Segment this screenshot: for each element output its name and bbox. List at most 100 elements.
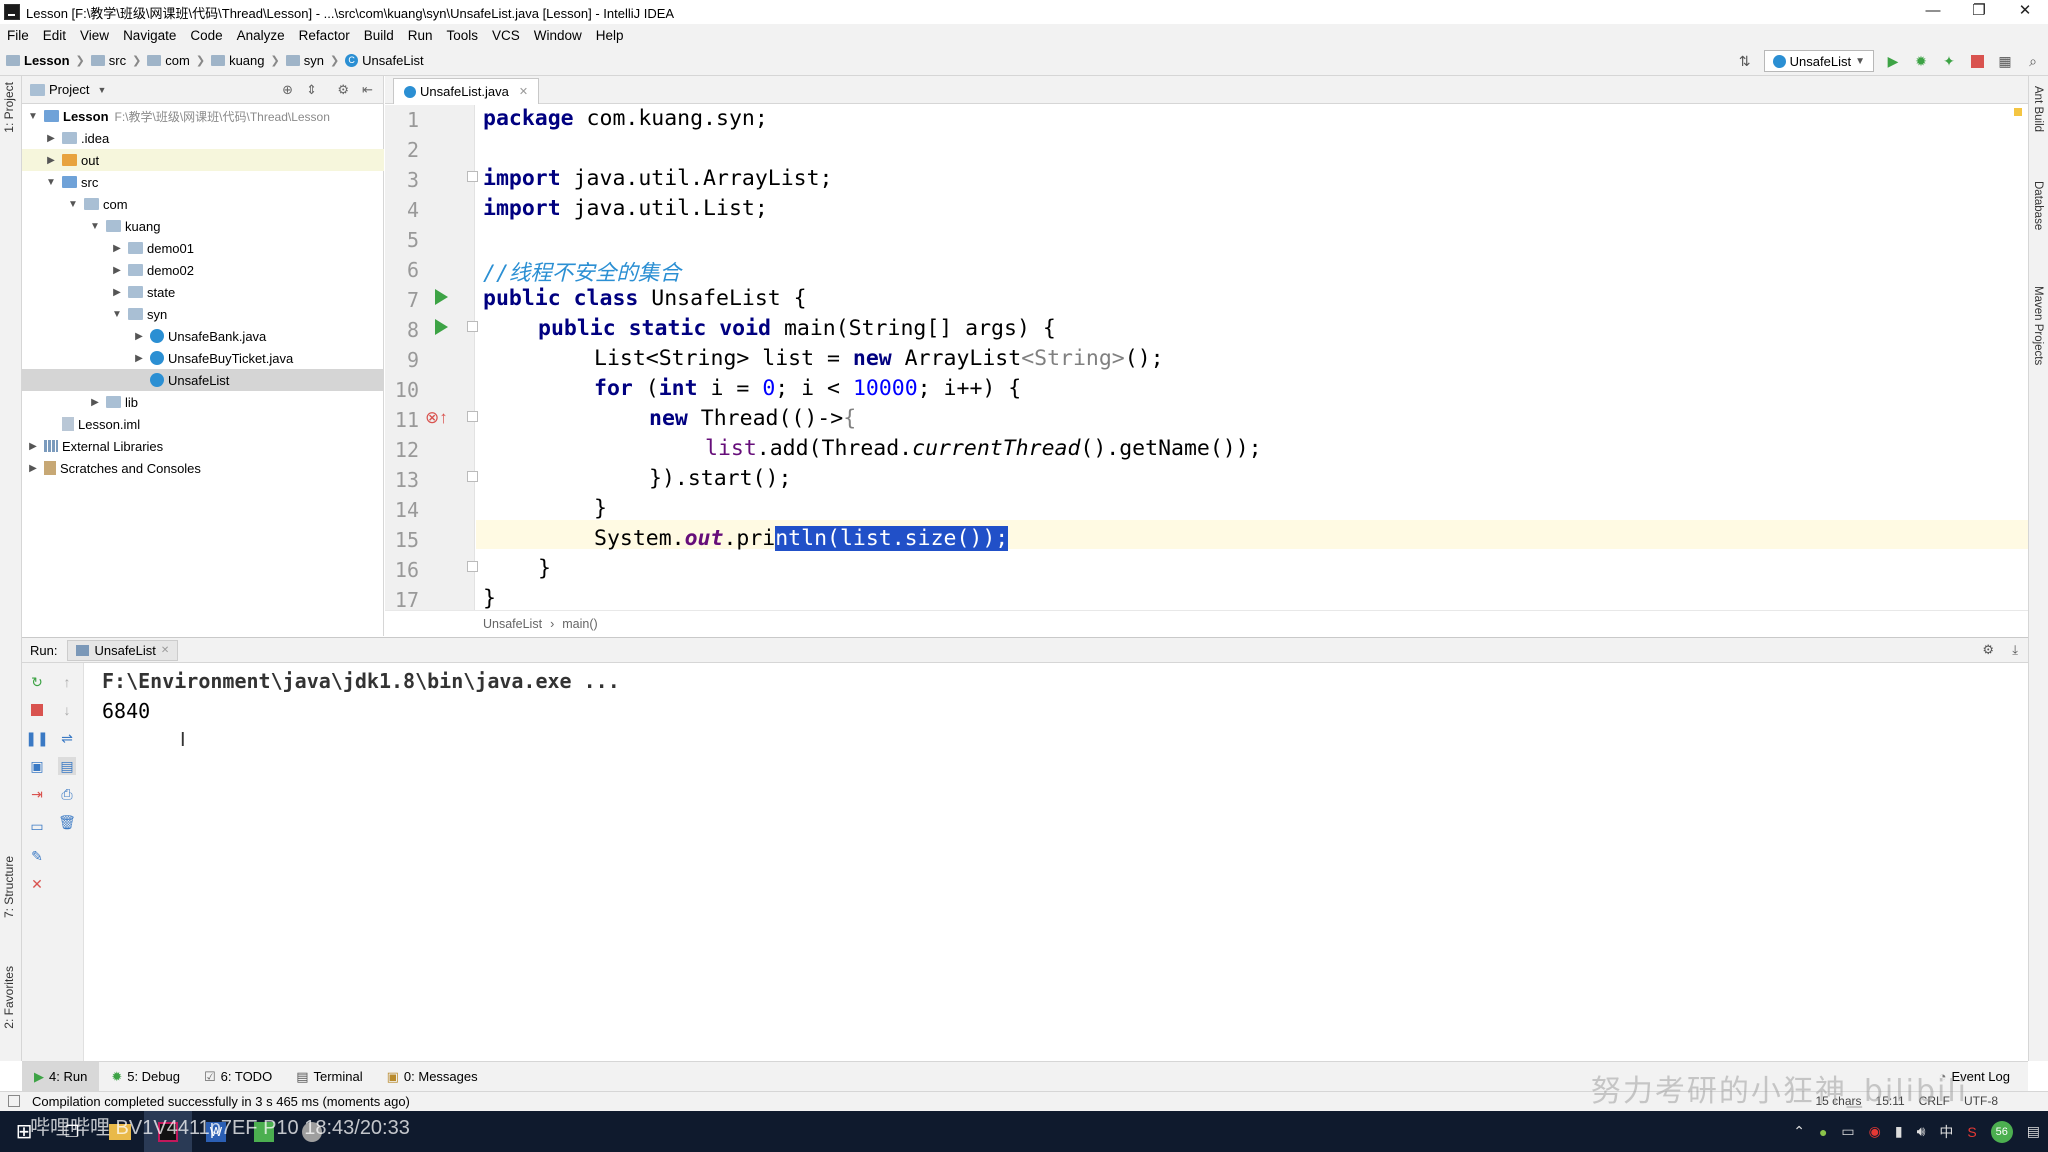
breadcrumb-unsafelist[interactable]: C UnsafeList: [345, 53, 424, 68]
structure-tool-tab[interactable]: 7: Structure: [2, 856, 16, 918]
debug-icon[interactable]: ✹: [1912, 52, 1930, 70]
menu-navigate[interactable]: Navigate: [116, 28, 183, 43]
tree-item-out[interactable]: ▶ out: [22, 149, 384, 171]
status-toggle-icon[interactable]: [8, 1095, 20, 1107]
tree-item-unsafebuyticket[interactable]: ▶ UnsafeBuyTicket.java: [22, 347, 384, 369]
project-view-select[interactable]: Project: [49, 82, 89, 97]
breadcrumb-kuang[interactable]: kuang ❯: [211, 53, 280, 68]
run-tab-unsafelist[interactable]: UnsafeList ✕: [67, 639, 179, 661]
menu-window[interactable]: Window: [527, 28, 589, 43]
down-arrow-icon[interactable]: ↓: [58, 701, 76, 719]
menu-analyze[interactable]: Analyze: [230, 28, 292, 43]
close-tab-icon[interactable]: ✕: [161, 645, 169, 656]
breadcrumb-com[interactable]: com ❯: [147, 53, 205, 68]
tree-item-syn[interactable]: ▼ syn: [22, 303, 384, 325]
crumb-class[interactable]: UnsafeList: [483, 617, 542, 631]
tree-item-lesson[interactable]: ▼ Lesson F:\教学\班级\网课班\代码\Thread\Lesson: [22, 105, 384, 127]
menu-file[interactable]: File: [0, 28, 36, 43]
status-message[interactable]: Compilation completed successfully in 3 …: [32, 1094, 410, 1109]
fold-icon[interactable]: [467, 171, 478, 182]
chevron-up-icon[interactable]: ⌃: [1793, 1123, 1805, 1140]
fold-icon[interactable]: [467, 471, 478, 482]
rerun-icon[interactable]: ↻: [28, 673, 46, 691]
breadcrumb-lesson[interactable]: Lesson ❯: [6, 53, 85, 68]
menu-code[interactable]: Code: [183, 28, 229, 43]
tab-debug[interactable]: ✹ 5: Debug: [99, 1062, 192, 1092]
dump-threads-icon[interactable]: ▣: [28, 757, 46, 775]
exit-icon[interactable]: ⇥: [28, 785, 46, 803]
record-icon[interactable]: ◉: [1869, 1123, 1881, 1140]
fold-icon[interactable]: [467, 411, 478, 422]
up-arrow-icon[interactable]: ↑: [58, 673, 76, 691]
tab-todo[interactable]: ☑ 6: TODO: [192, 1062, 284, 1092]
layout-icon[interactable]: ▭: [28, 817, 46, 835]
tree-item-demo01[interactable]: ▶ demo01: [22, 237, 384, 259]
file-encoding[interactable]: UTF-8: [1964, 1094, 1998, 1108]
code-editor[interactable]: 1 2 3 4 5 6 7 8 9 10 11 12 13 14 15 16 1…: [385, 105, 2028, 610]
gear-icon[interactable]: ⚙: [337, 82, 349, 98]
favorites-tool-tab[interactable]: 2: Favorites: [2, 966, 16, 1029]
inspection-status-marker[interactable]: [2014, 108, 2022, 116]
battery-icon[interactable]: ▮: [1895, 1123, 1903, 1140]
network-icon[interactable]: ▭: [1841, 1123, 1854, 1140]
close-button[interactable]: ✕: [2002, 0, 2048, 24]
gear-icon[interactable]: ⚙: [1982, 642, 1994, 658]
tree-item-demo02[interactable]: ▶ demo02: [22, 259, 384, 281]
maven-projects-tab[interactable]: Maven Projects: [2032, 286, 2044, 365]
soft-wrap-icon[interactable]: ⇌: [58, 729, 76, 747]
menu-view[interactable]: View: [73, 28, 116, 43]
hide-panel-icon[interactable]: ⤓: [2012, 642, 2018, 658]
close-icon[interactable]: ✕: [28, 875, 46, 893]
run-main-icon[interactable]: [435, 319, 448, 335]
ant-build-tab[interactable]: Ant Build: [2032, 86, 2044, 132]
pin-icon[interactable]: ✎: [28, 847, 46, 865]
coverage-icon[interactable]: ✦: [1940, 52, 1958, 70]
tree-item-idea[interactable]: ▶ .idea: [22, 127, 384, 149]
tray-app-icon[interactable]: ●: [1819, 1124, 1827, 1140]
tab-run[interactable]: ▶ 4: Run: [22, 1061, 100, 1092]
tree-item-lib[interactable]: ▶ lib: [22, 391, 384, 413]
ime-indicator[interactable]: 中: [1939, 1122, 1953, 1142]
tree-item-com[interactable]: ▼ com: [22, 193, 384, 215]
fold-icon[interactable]: [467, 561, 478, 572]
stop-icon[interactable]: [1968, 52, 1986, 70]
menu-help[interactable]: Help: [589, 28, 631, 43]
run-icon[interactable]: ▶: [1884, 52, 1902, 70]
collapse-icon[interactable]: ⇕: [306, 82, 317, 98]
fold-icon[interactable]: [467, 321, 478, 332]
volume-icon[interactable]: 🔊︎: [1917, 1123, 1926, 1140]
menu-refactor[interactable]: Refactor: [292, 28, 357, 43]
breadcrumb-src[interactable]: src ❯: [90, 53, 141, 68]
menu-run[interactable]: Run: [401, 28, 440, 43]
tab-terminal[interactable]: ▤ Terminal: [284, 1062, 374, 1092]
clear-all-icon[interactable]: 🗑: [58, 813, 76, 831]
menu-vcs[interactable]: VCS: [485, 28, 527, 43]
project-structure-icon[interactable]: ▦: [1996, 52, 2014, 70]
breadcrumb-syn[interactable]: syn ❯: [285, 53, 339, 68]
print-icon[interactable]: ⎙: [58, 785, 76, 803]
search-icon[interactable]: ⌕: [2024, 52, 2042, 70]
scroll-to-end-icon[interactable]: ▤: [58, 757, 76, 775]
tree-item-unsafebank[interactable]: ▶ UnsafeBank.java: [22, 325, 384, 347]
pause-icon[interactable]: ❚❚: [25, 729, 48, 747]
database-tab[interactable]: Database: [2032, 181, 2044, 230]
tree-item-external-libraries[interactable]: ▶ External Libraries: [22, 435, 384, 457]
sogou-icon[interactable]: S: [1967, 1124, 1976, 1140]
maximize-button[interactable]: ❐: [1956, 0, 2002, 24]
stop-icon[interactable]: [28, 701, 46, 719]
editor-tab-unsafelist[interactable]: UnsafeList.java ✕: [393, 78, 540, 104]
tab-messages[interactable]: ▣ 0: Messages: [375, 1062, 490, 1092]
menu-tools[interactable]: Tools: [440, 28, 486, 43]
run-console[interactable]: F:\Environment\java\jdk1.8\bin\java.exe …: [85, 663, 2028, 1061]
tree-item-scratches[interactable]: ▶ Scratches and Consoles: [22, 457, 384, 479]
tree-item-unsafelist[interactable]: UnsafeList: [22, 369, 384, 391]
run-class-icon[interactable]: [435, 289, 448, 305]
close-tab-icon[interactable]: ✕: [519, 85, 528, 98]
project-tool-tab[interactable]: 1: Project: [2, 82, 16, 133]
tree-item-src[interactable]: ▼ src: [22, 171, 384, 193]
tree-item-state[interactable]: ▶ state: [22, 281, 384, 303]
menu-build[interactable]: Build: [357, 28, 401, 43]
breakpoint-warning-icon[interactable]: ⊗↑: [425, 408, 448, 428]
locate-icon[interactable]: ⊕: [282, 82, 293, 98]
crumb-method[interactable]: main(): [562, 617, 597, 631]
